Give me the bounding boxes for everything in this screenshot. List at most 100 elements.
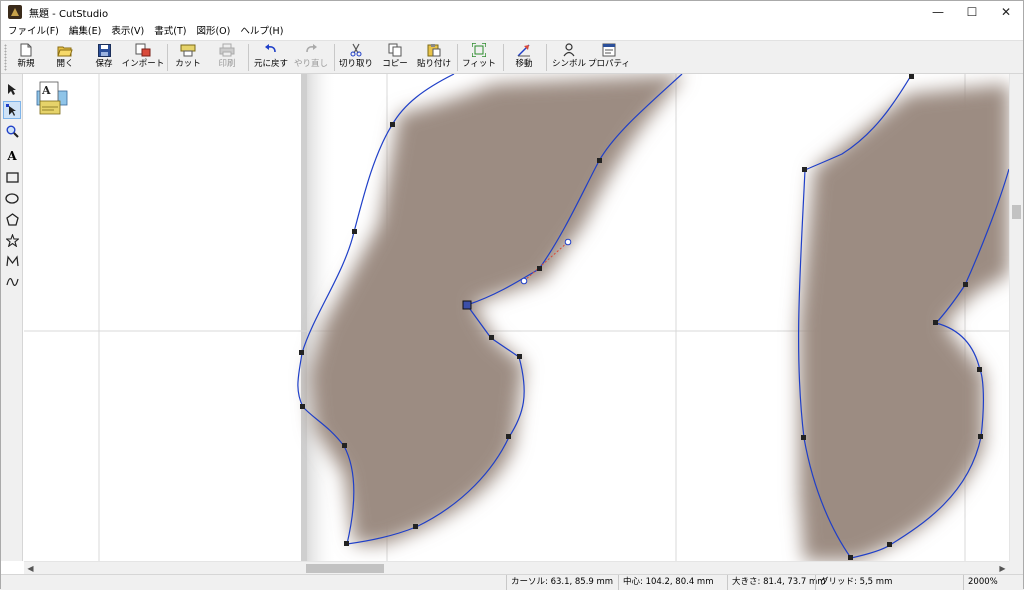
drawing-canvas[interactable]: A: [24, 74, 1009, 561]
anchor-node[interactable]: [352, 229, 357, 234]
anchor-node[interactable]: [909, 74, 914, 79]
anchor-node[interactable]: [802, 167, 807, 172]
status-cursor: カーソル: 63.1, 85.9 mm: [506, 575, 616, 590]
anchor-node[interactable]: [342, 443, 347, 448]
cutstudio-window: 無題 - CutStudio — ☐ ✕ ファイル(F) 編集(E) 表示(V)…: [0, 0, 1024, 590]
menu-edit[interactable]: 編集(E): [66, 23, 104, 41]
anchor-node[interactable]: [517, 354, 522, 359]
vertical-scroll-thumb[interactable]: [1012, 205, 1021, 219]
anchor-node[interactable]: [300, 404, 305, 409]
close-button[interactable]: ✕: [989, 1, 1023, 23]
toolbar-separator: [457, 44, 458, 71]
status-center: 中心: 104.2, 80.4 mm: [618, 575, 725, 590]
anchor-node[interactable]: [390, 122, 395, 127]
maximize-button[interactable]: ☐: [955, 1, 989, 23]
menu-help[interactable]: ヘルプ(H): [237, 23, 286, 41]
menu-view[interactable]: 表示(V): [108, 23, 147, 41]
status-grid: グリッド: 5,5 mm: [815, 575, 961, 590]
status-size: 大きさ: 81.4, 73.7 mm: [727, 575, 826, 590]
undo-button[interactable]: 元に戻す: [252, 43, 290, 72]
bezier-handle-start[interactable]: [520, 277, 528, 285]
canvas-svg[interactable]: A: [24, 74, 1009, 561]
anchor-node[interactable]: [848, 555, 853, 560]
horizontal-scrollbar[interactable]: ◀ ▶: [24, 561, 1009, 574]
anchor-node[interactable]: [413, 524, 418, 529]
anchor-node[interactable]: [506, 434, 511, 439]
menu-file[interactable]: ファイル(F): [5, 23, 62, 41]
text-tool-icon[interactable]: A: [3, 147, 21, 165]
anchor-node[interactable]: [801, 435, 806, 440]
bezier-handle-end[interactable]: [564, 238, 572, 246]
zoom-icon[interactable]: [3, 122, 21, 140]
anchor-node[interactable]: [489, 335, 494, 340]
property-icon: [601, 43, 617, 57]
symbol-icon: [561, 43, 577, 57]
node-edit-icon[interactable]: [3, 101, 21, 119]
traced-image-right: [799, 84, 1009, 561]
new-label: 新規: [17, 59, 35, 69]
fit-label: フィット: [462, 59, 496, 69]
anchor-node[interactable]: [344, 541, 349, 546]
menu-shape[interactable]: 図形(O): [193, 23, 233, 41]
window-title: 無題 - CutStudio: [29, 8, 109, 20]
scrollbar-corner: [1009, 561, 1023, 574]
copy-button[interactable]: コピー: [380, 43, 410, 72]
paste-icon: [426, 43, 442, 57]
save-button[interactable]: 保存: [89, 43, 119, 72]
move-button[interactable]: 移動: [509, 43, 539, 72]
symbol-object-icon[interactable]: A: [36, 81, 68, 115]
cut-job-button[interactable]: カット: [173, 43, 203, 72]
status-zoom: 2000%: [963, 575, 1021, 590]
pentagon-tool-icon[interactable]: [3, 210, 21, 228]
floppy-disk-icon: [96, 43, 112, 57]
curve-tool-icon[interactable]: [3, 273, 21, 291]
page-edge: [301, 74, 307, 561]
select-arrow-icon[interactable]: [3, 80, 21, 98]
fit-icon: [471, 43, 487, 57]
paste-button[interactable]: 貼り付け: [415, 43, 453, 72]
polyline-tool-icon[interactable]: [3, 252, 21, 270]
horizontal-scroll-thumb[interactable]: [306, 564, 384, 573]
open-label: 開く: [56, 59, 74, 69]
cut-label: 切り取り: [338, 59, 373, 69]
selected-anchor-node[interactable]: [462, 300, 472, 310]
toolbar-separator: [248, 44, 249, 71]
cut-button[interactable]: 切り取り: [337, 43, 375, 72]
anchor-node[interactable]: [978, 434, 983, 439]
toolbar-separator: [546, 44, 547, 71]
new-button[interactable]: 新規: [11, 43, 41, 72]
title-bar[interactable]: 無題 - CutStudio — ☐ ✕: [1, 1, 1023, 23]
save-label: 保存: [95, 59, 113, 69]
anchor-node[interactable]: [597, 158, 602, 163]
tool-palette: A: [1, 74, 23, 561]
anchor-node[interactable]: [537, 266, 542, 271]
open-button[interactable]: 開く: [50, 43, 80, 72]
cut-job-label: カット: [175, 59, 201, 69]
printer-icon: [219, 43, 235, 57]
property-button[interactable]: プロパティ: [588, 43, 630, 72]
import-button[interactable]: インポート: [121, 43, 165, 72]
anchor-node[interactable]: [963, 282, 968, 287]
copy-icon: [387, 43, 403, 57]
symbol-label: シンボル: [551, 59, 586, 69]
toolbar-grip[interactable]: [4, 44, 7, 71]
anchor-node[interactable]: [933, 320, 938, 325]
vertical-scrollbar[interactable]: [1009, 74, 1023, 561]
toolbar-separator: [334, 44, 335, 71]
cutter-icon: [180, 43, 196, 57]
import-label: インポート: [121, 59, 165, 69]
ellipse-tool-icon[interactable]: [3, 189, 21, 207]
fit-button[interactable]: フィット: [462, 43, 496, 72]
symbol-button[interactable]: シンボル: [551, 43, 587, 72]
anchor-node[interactable]: [977, 367, 982, 372]
rectangle-tool-icon[interactable]: [3, 168, 21, 186]
open-folder-icon: [57, 43, 73, 57]
minimize-button[interactable]: —: [921, 1, 955, 23]
anchor-node[interactable]: [299, 350, 304, 355]
menu-format[interactable]: 書式(T): [151, 23, 189, 41]
star-tool-icon[interactable]: [3, 231, 21, 249]
status-bar: カーソル: 63.1, 85.9 mm 中心: 104.2, 80.4 mm 大…: [1, 574, 1023, 590]
new-document-icon: [18, 43, 34, 57]
toolbar-separator: [167, 44, 168, 71]
anchor-node[interactable]: [887, 542, 892, 547]
